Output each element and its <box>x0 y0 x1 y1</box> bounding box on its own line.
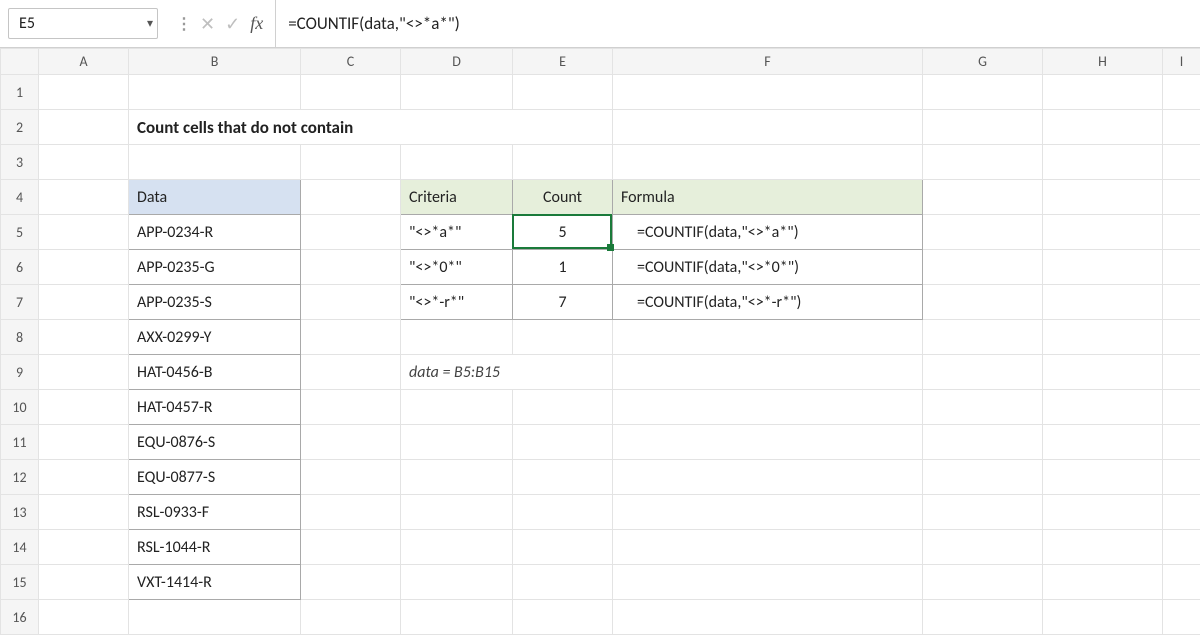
col-header[interactable]: E <box>513 49 613 75</box>
col-header[interactable]: A <box>39 49 129 75</box>
col-header[interactable]: C <box>301 49 401 75</box>
formula-bar[interactable]: =COUNTIF(data,"<>*a*") <box>275 0 1200 47</box>
col-header[interactable]: F <box>613 49 923 75</box>
data-cell[interactable]: EQU-0877-S <box>129 465 300 490</box>
row-header[interactable]: 6 <box>1 250 39 285</box>
formula-cell[interactable]: =COUNTIF(data,"<>*a*") <box>613 220 922 245</box>
formula-cell[interactable]: =COUNTIF(data,"<>*0*") <box>613 255 922 280</box>
count-cell[interactable]: 5 <box>513 220 612 245</box>
worksheet[interactable]: A B C D E F G H I 1 2 <box>0 48 1200 630</box>
col-header[interactable]: D <box>401 49 513 75</box>
criteria-cell[interactable]: "<>*-r*" <box>401 290 512 315</box>
data-cell[interactable]: AXX-0299-Y <box>129 325 300 350</box>
cancel-icon[interactable]: ✕ <box>200 13 215 35</box>
row-header[interactable]: 11 <box>1 425 39 460</box>
col-header[interactable]: I <box>1163 49 1200 75</box>
criteria-header: Criteria <box>401 185 512 210</box>
col-header[interactable]: H <box>1043 49 1163 75</box>
row-header[interactable]: 2 <box>1 110 39 145</box>
data-cell[interactable]: APP-0234-R <box>129 220 300 245</box>
formula-bar-value: =COUNTIF(data,"<>*a*") <box>288 13 460 34</box>
criteria-cell[interactable]: "<>*a*" <box>401 220 512 245</box>
row-header[interactable]: 3 <box>1 145 39 180</box>
data-cell[interactable]: EQU-0876-S <box>129 430 300 455</box>
data-cell[interactable]: HAT-0456-B <box>129 360 300 385</box>
data-cell[interactable]: APP-0235-S <box>129 290 300 315</box>
row-header[interactable]: 10 <box>1 390 39 425</box>
data-cell[interactable]: APP-0235-G <box>129 255 300 280</box>
select-all-corner[interactable] <box>1 49 39 75</box>
row-header[interactable]: 4 <box>1 180 39 215</box>
formula-header: Formula <box>613 185 922 210</box>
data-header: Data <box>129 185 300 210</box>
col-header[interactable]: G <box>923 49 1043 75</box>
row-header[interactable]: 9 <box>1 355 39 390</box>
col-header[interactable]: B <box>129 49 301 75</box>
page-title: Count cells that do not contain <box>129 114 612 141</box>
formula-bar-controls: ⋮ ✕ ✓ fx <box>158 0 275 47</box>
count-cell[interactable]: 1 <box>513 255 612 280</box>
grid-table: A B C D E F G H I 1 2 <box>0 48 1200 635</box>
row-header[interactable]: 8 <box>1 320 39 355</box>
row-header[interactable]: 14 <box>1 530 39 565</box>
name-box-value: E5 <box>19 14 35 33</box>
row-header[interactable]: 1 <box>1 75 39 110</box>
formula-cell[interactable]: =COUNTIF(data,"<>*-r*") <box>613 290 922 315</box>
count-header: Count <box>513 185 612 210</box>
name-box[interactable]: E5 ▾ <box>8 8 158 39</box>
row-header[interactable]: 12 <box>1 460 39 495</box>
row-header[interactable]: 7 <box>1 285 39 320</box>
row-header[interactable]: 16 <box>1 600 39 635</box>
count-cell[interactable]: 7 <box>513 290 612 315</box>
row-header[interactable]: 15 <box>1 565 39 600</box>
column-headers-row: A B C D E F G H I <box>1 49 1200 75</box>
data-cell[interactable]: RSL-0933-F <box>129 500 300 525</box>
excel-window: E5 ▾ ⋮ ✕ ✓ fx =COUNTIF(data,"<>*a*") A <box>0 0 1200 630</box>
data-cell[interactable]: VXT-1414-R <box>129 570 300 595</box>
data-cell[interactable]: RSL-1044-R <box>129 535 300 560</box>
range-note: data = B5:B15 <box>401 360 612 385</box>
criteria-cell[interactable]: "<>*0*" <box>401 255 512 280</box>
row-header[interactable]: 13 <box>1 495 39 530</box>
topbar: E5 ▾ ⋮ ✕ ✓ fx =COUNTIF(data,"<>*a*") <box>0 0 1200 48</box>
fx-icon[interactable]: fx <box>250 13 263 34</box>
resize-handle-icon[interactable]: ⋮ <box>176 14 190 34</box>
data-cell[interactable]: HAT-0457-R <box>129 395 300 420</box>
row-header[interactable]: 5 <box>1 215 39 250</box>
enter-icon[interactable]: ✓ <box>225 13 240 35</box>
chevron-down-icon[interactable]: ▾ <box>147 16 153 31</box>
